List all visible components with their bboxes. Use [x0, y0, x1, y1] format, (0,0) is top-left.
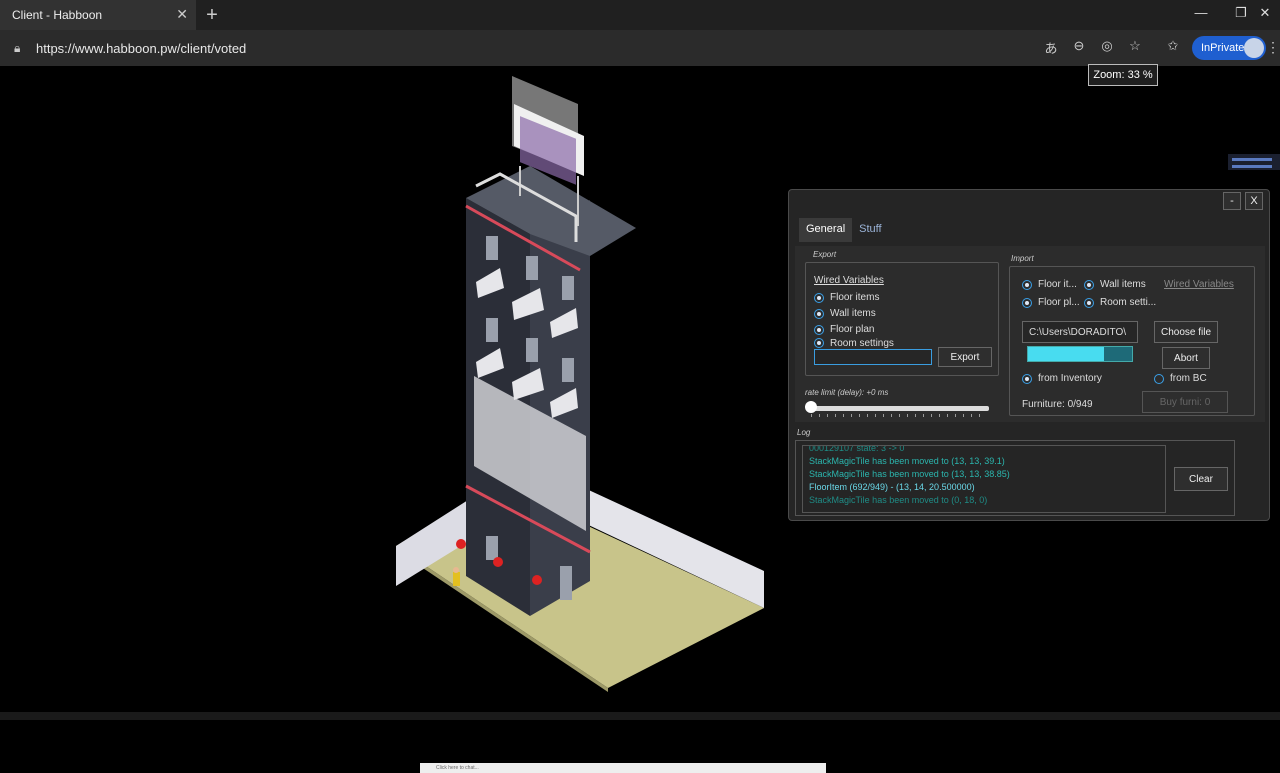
radio-dot: [1022, 297, 1032, 308]
radio-label: Wall items: [1100, 279, 1146, 290]
tracking-prevention-icon[interactable]: ◎: [1096, 38, 1118, 58]
profile-avatar: [1244, 38, 1264, 58]
radio-dot: [1022, 373, 1032, 384]
tab-general[interactable]: General: [799, 218, 853, 242]
import-title: Import: [1011, 254, 1034, 263]
log-line: FloorItem (692/949) - (13, 14, 20.500000…: [809, 482, 975, 492]
chat-input[interactable]: Click here to chat...: [420, 763, 826, 773]
url-field[interactable]: 🔒︎ https://www.habboon.pw/client/voted: [14, 34, 1014, 62]
minimap-thumbnail[interactable]: [1228, 132, 1280, 174]
import-group: Floor it... Wall items Wired Variables F…: [1009, 266, 1255, 416]
inprivate-badge[interactable]: InPrivate: [1192, 36, 1266, 60]
export-name-input[interactable]: [814, 349, 932, 365]
import-progress-bar: [1027, 346, 1133, 362]
import-from-inventory-radio[interactable]: from Inventory: [1022, 373, 1102, 384]
export-import-panel: - X General Stuff Export Wired Variables…: [788, 189, 1270, 521]
radio-label: Floor pl...: [1038, 297, 1080, 308]
panel-tabs: General Stuff: [799, 218, 889, 242]
close-window-icon[interactable]: ✕: [1250, 5, 1280, 21]
rate-limit-label: rate limit (delay): +0 ms: [805, 388, 889, 397]
more-menu-icon[interactable]: ⋮: [1266, 39, 1280, 56]
panel-minimize-button[interactable]: -: [1223, 192, 1241, 210]
log-output[interactable]: 000129107 state: 3 -> 0 StackMagicTile h…: [802, 445, 1166, 513]
minimize-window-icon[interactable]: —: [1186, 5, 1216, 20]
import-floor-plan-radio[interactable]: Floor pl...: [1022, 297, 1080, 308]
panel-close-button[interactable]: X: [1245, 192, 1263, 210]
lock-icon: 🔒︎: [14, 40, 21, 55]
zoom-tooltip: Zoom: 33 %: [1088, 64, 1158, 86]
radio-label: Room setti...: [1100, 297, 1157, 308]
radio-label: Floor items: [830, 292, 880, 303]
rate-limit-slider[interactable]: [809, 406, 989, 411]
export-floor-items-radio[interactable]: Floor items: [814, 292, 879, 303]
export-button[interactable]: Export: [938, 347, 992, 367]
log-line: 000129107 state: 3 -> 0: [809, 445, 905, 453]
buy-furni-button[interactable]: Buy furni: 0: [1142, 391, 1228, 413]
export-wired-variables-link[interactable]: Wired Variables: [814, 275, 884, 286]
inprivate-label: InPrivate: [1201, 42, 1245, 54]
zoom-out-icon[interactable]: ⊖: [1068, 38, 1090, 58]
translate-icon[interactable]: あ: [1040, 38, 1062, 58]
export-group: Wired Variables Floor items Wall items F…: [805, 262, 999, 376]
address-bar: 🔒︎ https://www.habboon.pw/client/voted あ…: [0, 30, 1280, 66]
export-floor-plan-radio[interactable]: Floor plan: [814, 324, 874, 335]
export-room-settings-radio[interactable]: Room settings: [814, 338, 894, 348]
import-from-bc-radio[interactable]: from BC: [1154, 373, 1207, 384]
radio-dot: [1084, 297, 1094, 308]
tab-title: Client - Habboon: [12, 8, 103, 22]
log-line: StackMagicTile has been moved to (0, 18,…: [809, 495, 988, 505]
radio-dot: [1154, 373, 1164, 384]
close-tab-icon[interactable]: ✕: [176, 6, 188, 23]
radio-label: Floor plan: [830, 324, 875, 335]
radio-label: Room settings: [830, 338, 894, 348]
choose-file-button[interactable]: Choose file: [1154, 321, 1218, 343]
abort-button[interactable]: Abort: [1162, 347, 1210, 369]
radio-label: from BC: [1170, 373, 1207, 384]
radio-dot: [814, 308, 824, 319]
import-floor-items-radio[interactable]: Floor it...: [1022, 279, 1077, 290]
log-title: Log: [797, 428, 811, 437]
import-file-path-input[interactable]: C:\Users\DORADITO\: [1022, 321, 1138, 343]
favorite-star-icon[interactable]: ☆: [1124, 38, 1146, 58]
import-room-settings-radio[interactable]: Room setti...: [1084, 297, 1156, 308]
export-wall-items-radio[interactable]: Wall items: [814, 308, 876, 319]
export-title: Export: [813, 250, 837, 259]
slider-ticks: [811, 414, 987, 417]
radio-dot: [814, 324, 824, 335]
log-line: StackMagicTile has been moved to (13, 13…: [809, 469, 1010, 479]
url-text: https://www.habboon.pw/client/voted: [36, 40, 247, 56]
radio-label: from Inventory: [1038, 373, 1102, 384]
radio-label: Wall items: [830, 308, 876, 319]
furniture-count: Furniture: 0/949: [1022, 399, 1093, 410]
radio-dot: [1022, 279, 1032, 290]
tab-stuff[interactable]: Stuff: [852, 218, 888, 242]
rate-limit-slider-thumb[interactable]: [805, 401, 817, 413]
radio-label: Floor it...: [1038, 279, 1077, 290]
radio-dot: [814, 338, 824, 348]
clear-log-button[interactable]: Clear: [1174, 467, 1228, 491]
browser-tab[interactable]: Client - Habboon ✕: [0, 0, 196, 30]
taskbar: [0, 712, 1280, 720]
radio-dot: [814, 292, 824, 303]
log-group: 000129107 state: 3 -> 0 StackMagicTile h…: [795, 440, 1235, 516]
favorites-icon[interactable]: ✩: [1162, 38, 1184, 58]
radio-dot: [1084, 279, 1094, 290]
tab-bar: Client - Habboon ✕ + — ❐ ✕: [0, 0, 1280, 30]
import-wall-items-radio[interactable]: Wall items: [1084, 279, 1146, 290]
import-wired-variables-link[interactable]: Wired Variables: [1164, 279, 1234, 290]
general-tab-body: Export Wired Variables Floor items Wall …: [795, 246, 1265, 422]
new-tab-icon[interactable]: +: [202, 4, 222, 27]
log-line: StackMagicTile has been moved to (13, 13…: [809, 456, 1005, 466]
